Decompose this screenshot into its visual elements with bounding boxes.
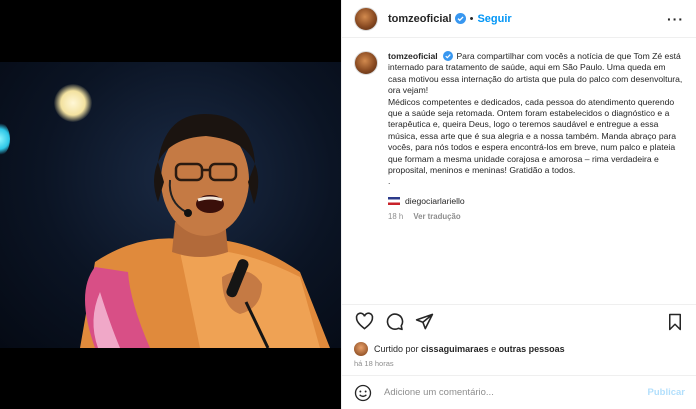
liked-by-conj: e [491,344,497,354]
liked-by-prefix: Curtido por [374,344,419,354]
caption-username[interactable]: tomzeoficial [388,51,438,61]
caption-body: tomzeoficial Para compartilhar com vocês… [388,51,685,304]
post-media[interactable] [0,0,341,409]
liked-by-user[interactable]: cissaguimaraes [421,344,489,354]
bookmark-icon[interactable] [665,312,685,332]
publish-button[interactable]: Publicar [648,387,686,398]
caption-content: Para compartilhar com vocês a notícia de… [388,51,683,187]
avatar[interactable] [354,51,378,75]
comment-bar: Publicar [342,375,696,409]
avatar [354,342,368,356]
verified-icon [454,13,466,24]
caption-meta: 18 h Ver tradução [388,212,685,221]
action-bar [342,304,696,338]
share-icon[interactable] [414,312,434,332]
username-link[interactable]: tomzeoficial [388,13,452,25]
verified-icon [443,51,454,62]
heart-icon[interactable] [354,312,374,332]
comment-icon[interactable] [384,312,404,332]
separator: • [469,12,474,25]
translate-link[interactable]: Ver tradução [413,212,460,221]
flag-icon [388,196,400,205]
post-photo [0,62,341,348]
caption-text: tomzeoficial Para compartilhar com vocês… [388,51,685,188]
follow-button[interactable]: Seguir [477,13,511,25]
liked-by[interactable]: Curtido por cissaguimaraes e outras pess… [354,340,565,358]
post-side-panel: tomzeoficial • Seguir ··· tomzeoficial P… [341,0,696,409]
post-age: 18 h [388,211,404,221]
more-options-icon[interactable]: ··· [667,11,684,27]
tagged-user-label: diegociarlariello [405,195,465,206]
liked-by-others[interactable]: outras pessoas [499,344,565,354]
post-timestamp: há 18 horas [354,359,394,368]
caption: tomzeoficial Para compartilhar com vocês… [342,39,696,304]
singer-illustration [80,114,330,348]
comment-input[interactable] [384,387,648,398]
post-header: tomzeoficial • Seguir ··· [342,0,696,38]
tagged-user[interactable]: diegociarlariello [388,196,685,206]
emoji-icon[interactable] [354,384,372,402]
avatar[interactable] [354,6,378,31]
